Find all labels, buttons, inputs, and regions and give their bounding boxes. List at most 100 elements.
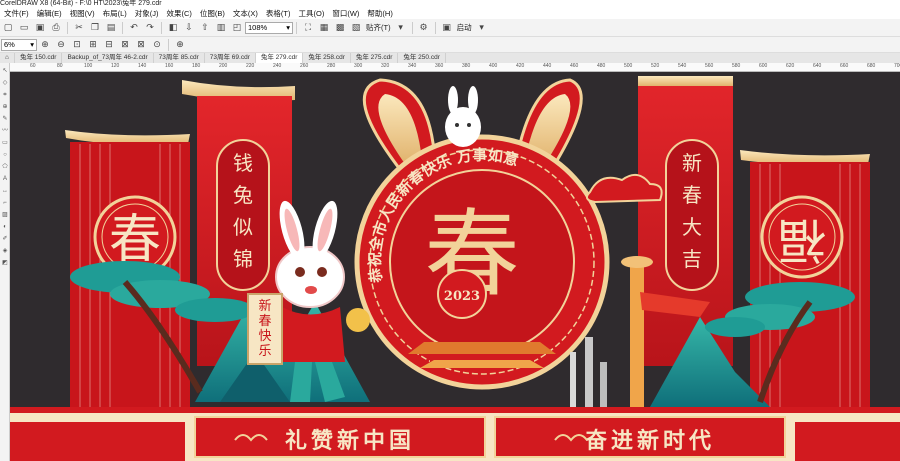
ruler-tick-label: 240 [273,63,282,69]
full-screen-icon[interactable]: ⛶ [301,22,315,34]
zoom-all-icon[interactable]: ⊞ [86,39,100,51]
transparency-icon[interactable]: ◐ [1,223,9,231]
ruler-tick-label: 80 [57,63,63,69]
new-document-icon[interactable]: ▢ [1,22,15,34]
launch-icon[interactable]: ▣ [440,22,454,34]
ellipse-tool-icon[interactable]: ○ [1,151,9,159]
ruler-tick-label: 280 [327,63,336,69]
couplet-right-char: 吉 [682,247,702,271]
document-tabs: ⌂ 兔年 150.cdr Backup_of_73周年 46-2.cdr 73周… [0,53,900,63]
cut-icon[interactable]: ✂ [72,22,86,34]
ruler-tick-label: 680 [867,63,876,69]
scroll-char: 新 [258,298,271,314]
zoom-height-icon[interactable]: ⊠ [134,39,148,51]
shape-tool-icon[interactable]: ◇ [1,79,9,87]
undo-icon[interactable]: ↶ [127,22,141,34]
options-gear-icon[interactable]: ⚙ [417,22,431,34]
ruler-tick-label: 100 [84,63,93,69]
save-icon[interactable]: ▣ [33,22,47,34]
horizontal-ruler[interactable]: 60 80 100 120 140 160 180 200 220 240 260 280 300 320… [10,63,900,72]
ruler-tick-label: 600 [759,63,768,69]
document-tab[interactable]: 兔年 150.cdr [15,53,63,63]
export-pdf-icon[interactable]: ▥ [214,22,228,34]
zoom-combo[interactable]: 6% ▾ [1,38,37,51]
document-tab[interactable]: 兔年 275.cdr [351,53,399,63]
chevron-down-icon[interactable]: ▾ [475,22,489,34]
document-tab-active[interactable]: 兔年 279.cdr [255,53,304,63]
ruler-tick-label: 260 [300,63,309,69]
chevron-down-icon[interactable]: ▾ [394,22,408,34]
export-icon[interactable]: ⇧ [198,22,212,34]
ruler-tick-label: 640 [813,63,822,69]
rectangle-tool-icon[interactable]: ▭ [1,139,9,147]
open-folder-icon[interactable]: ▭ [17,22,31,34]
menu-text[interactable]: 文本(X) [229,8,262,19]
menu-view[interactable]: 视图(V) [66,8,99,19]
ruler-tick-label: 360 [435,63,444,69]
menu-effects[interactable]: 效果(C) [163,8,196,19]
zoom-selected-icon[interactable]: ⊡ [70,39,84,51]
guidelines-icon[interactable]: ▧ [349,22,363,34]
tab-home-icon[interactable]: ⌂ [0,53,15,63]
ruler-tick-label: 660 [840,63,849,69]
menu-tools[interactable]: 工具(O) [295,8,329,19]
menu-help[interactable]: 帮助(H) [363,8,396,19]
menu-edit[interactable]: 编辑(E) [33,8,66,19]
zoom-in-icon[interactable]: ⊕ [38,39,52,51]
smart-fill-icon[interactable]: ◩ [1,259,9,267]
text-tool-icon[interactable]: A [1,175,9,183]
document-tab[interactable]: 73周年 69.cdr [205,53,256,63]
ruler-tick-label: 180 [192,63,201,69]
grid-icon[interactable]: ▩ [333,22,347,34]
freehand-tool-icon[interactable]: ✎ [1,115,9,123]
import-icon[interactable]: ⇩ [182,22,196,34]
connector-tool-icon[interactable]: ⌐ [1,199,9,207]
artistic-media-icon[interactable]: 〰 [1,127,9,135]
menu-object[interactable]: 对象(J) [131,8,163,19]
ruler-tick-label: 60 [30,63,36,69]
zoom-tool-icon[interactable]: ⊕ [1,103,9,111]
ruler-tick-label: 460 [570,63,579,69]
zoom-out-icon[interactable]: ⊖ [54,39,68,51]
document-tab[interactable]: 兔年 250.cdr [398,53,446,63]
menu-table[interactable]: 表格(T) [262,8,295,19]
couplet-left-char: 似 [233,215,253,239]
ruler-tick-label: 580 [732,63,741,69]
menu-bar: 文件(F) 编辑(E) 视图(V) 布局(L) 对象(J) 效果(C) 位图(B… [0,8,900,19]
drawing-canvas[interactable]: 春 福 钱 兔 似 锦 新 春 大 吉 恭祝全市人民新春快乐 万事如意 春 20… [10,72,900,461]
toolbox: ↖ ◇ ⌗ ⊕ ✎ 〰 ▭ ○ ⬠ A ↔ ⌐ ▨ ◐ ✐ ◈ ◩ [0,63,10,461]
paste-icon[interactable]: ▤ [104,22,118,34]
artwork: 春 福 钱 兔 似 锦 新 春 大 吉 恭祝全市人民新春快乐 万事如意 春 20… [10,76,900,461]
central-medallion: 恭祝全市人民新春快乐 万事如意 春 2023 [354,134,610,390]
redo-icon[interactable]: ↷ [143,22,157,34]
chevron-down-icon: ▾ [286,22,290,32]
document-tab[interactable]: 73周年 85.cdr [154,53,205,63]
snap-to-menu[interactable]: 贴齐(T) [364,22,393,33]
menu-file[interactable]: 文件(F) [0,8,33,19]
couplet-left-char: 兔 [233,183,253,207]
search-content-icon[interactable]: ◧ [166,22,180,34]
menu-bitmaps[interactable]: 位图(B) [196,8,229,19]
pan-icon[interactable]: ⊕ [173,39,187,51]
zoom-level-combo[interactable]: 108% ▾ [245,21,293,34]
pick-tool-icon[interactable]: ↖ [1,67,9,75]
drop-shadow-icon[interactable]: ▨ [1,211,9,219]
copy-icon[interactable]: ❐ [88,22,102,34]
menu-window[interactable]: 窗口(W) [328,8,363,19]
parallel-dimension-icon[interactable]: ↔ [1,187,9,195]
zoom-one-shot-icon[interactable]: ⊙ [150,39,164,51]
interactive-fill-icon[interactable]: ◈ [1,247,9,255]
document-tab[interactable]: Backup_of_73周年 46-2.cdr [62,53,154,63]
zoom-width-icon[interactable]: ⊠ [118,39,132,51]
crop-tool-icon[interactable]: ⌗ [1,91,9,99]
eyedropper-icon[interactable]: ✐ [1,235,9,243]
ruler-tick-label: 380 [462,63,471,69]
rulers-icon[interactable]: ▦ [317,22,331,34]
print-icon[interactable]: ⎙ [49,22,63,34]
zoom-page-icon[interactable]: ⊟ [102,39,116,51]
menu-layout[interactable]: 布局(L) [99,8,131,19]
document-tab[interactable]: 兔年 258.cdr [303,53,351,63]
launch-menu[interactable]: 启动 [455,22,474,33]
polygon-tool-icon[interactable]: ⬠ [1,163,9,171]
app-launcher-icon[interactable]: ◰ [230,22,244,34]
